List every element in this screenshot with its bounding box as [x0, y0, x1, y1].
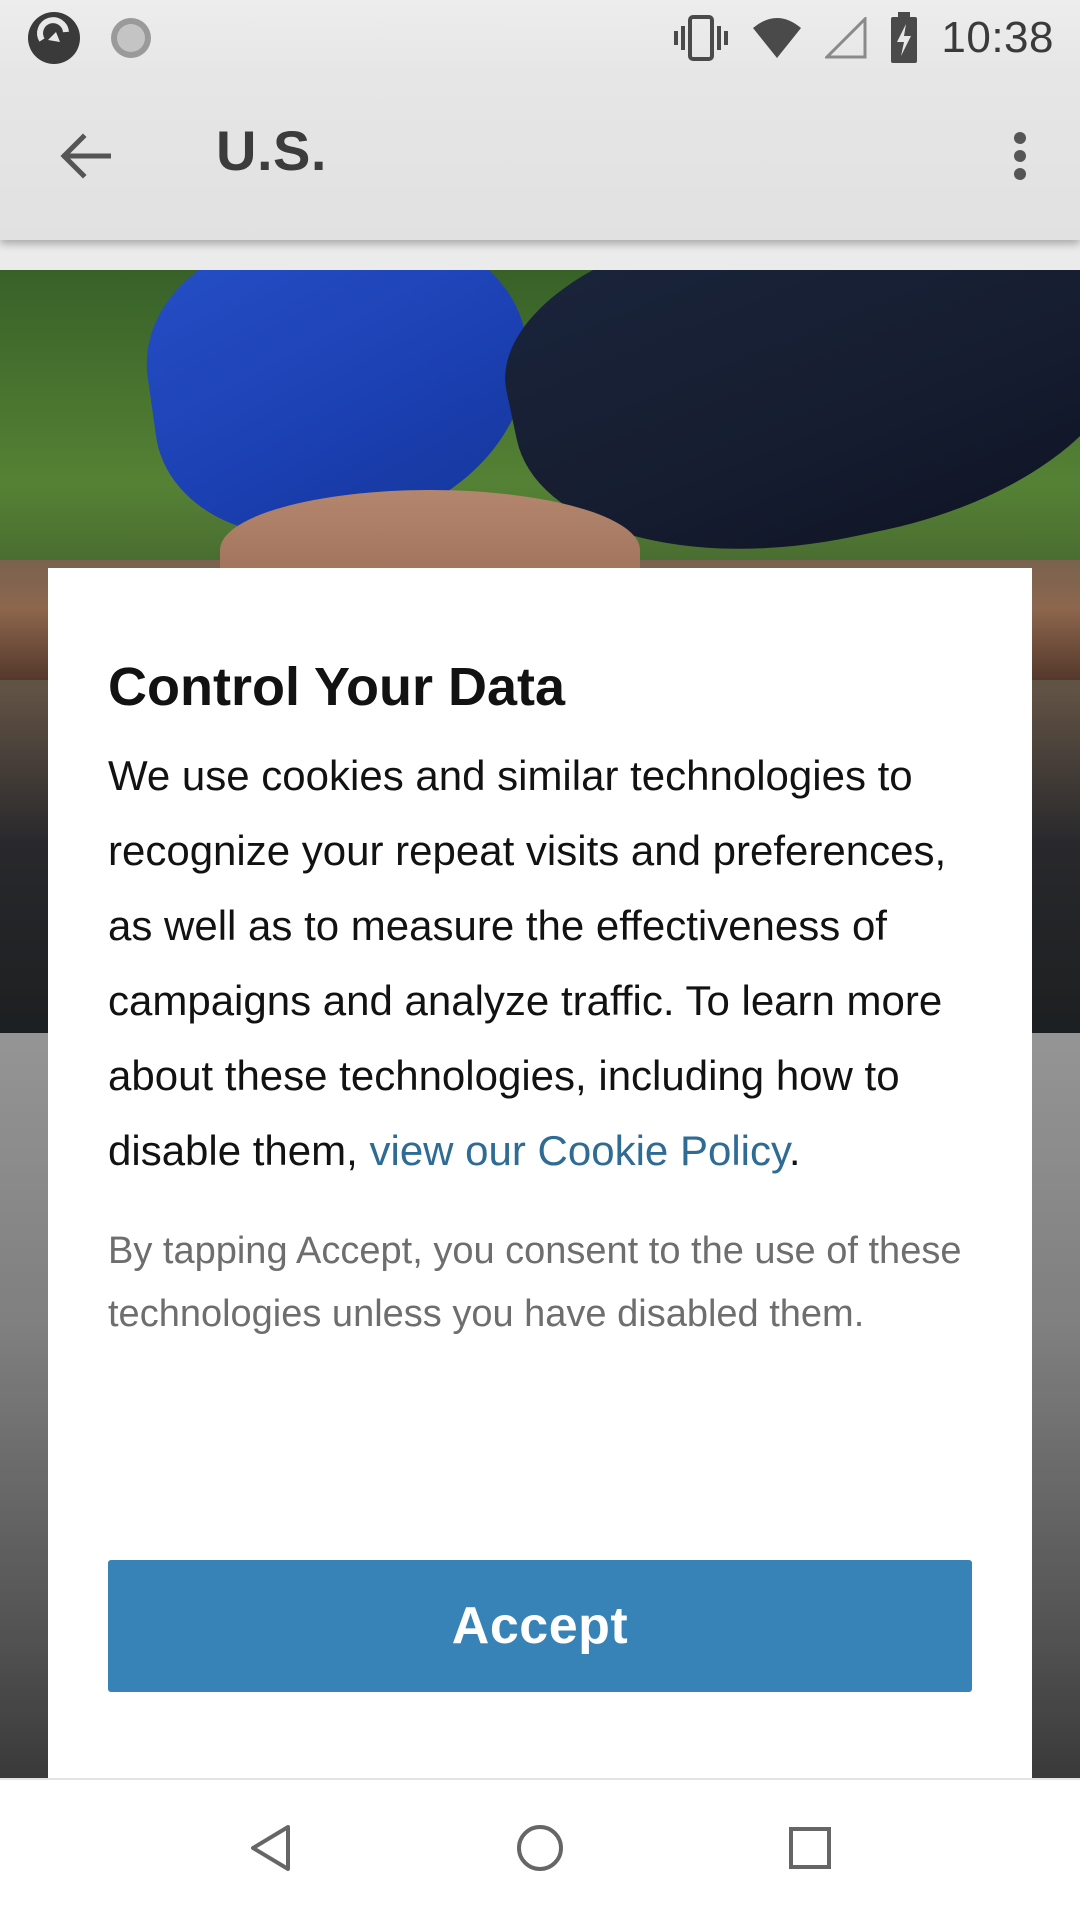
consent-notice: By tapping Accept, you consent to the us…	[108, 1230, 962, 1335]
status-bar: 10:38	[0, 0, 1080, 76]
battery-charging-icon	[889, 12, 919, 64]
nav-home-icon	[515, 1823, 565, 1878]
arrow-back-icon	[59, 132, 112, 184]
nav-home-button[interactable]	[500, 1810, 580, 1890]
cell-signal-icon	[825, 17, 867, 59]
navigation-bar	[0, 1778, 1080, 1920]
nav-recents-button[interactable]	[770, 1810, 850, 1890]
page-title: U.S.	[216, 119, 327, 182]
screen: 10:38 U.S. Control Your Data We use cook…	[0, 0, 1080, 1920]
nav-back-icon	[248, 1823, 292, 1878]
dialog-title: Control Your Data	[108, 657, 566, 717]
nav-back-button[interactable]	[230, 1810, 310, 1890]
dialog-body-text: We use cookies and similar technologies …	[108, 752, 947, 1174]
cookie-policy-link[interactable]: view our Cookie Policy	[369, 1127, 788, 1174]
back-button[interactable]	[50, 126, 120, 190]
accept-button[interactable]: Accept	[108, 1560, 972, 1692]
app-notification-icon	[26, 10, 82, 66]
dialog-body-end: .	[788, 1127, 801, 1174]
sync-notification-icon	[108, 15, 154, 61]
vibrate-icon	[673, 14, 729, 62]
dialog-body: We use cookies and similar technologies …	[108, 738, 972, 1188]
app-toolbar: U.S.	[0, 76, 1080, 240]
overflow-menu-button[interactable]	[990, 126, 1050, 190]
nav-recents-icon	[788, 1826, 832, 1875]
wifi-icon	[751, 16, 803, 60]
more-vert-icon	[1013, 131, 1027, 186]
status-time: 10:38	[941, 13, 1054, 62]
cookie-consent-dialog: Control Your Data We use cookies and sim…	[48, 568, 1032, 1778]
